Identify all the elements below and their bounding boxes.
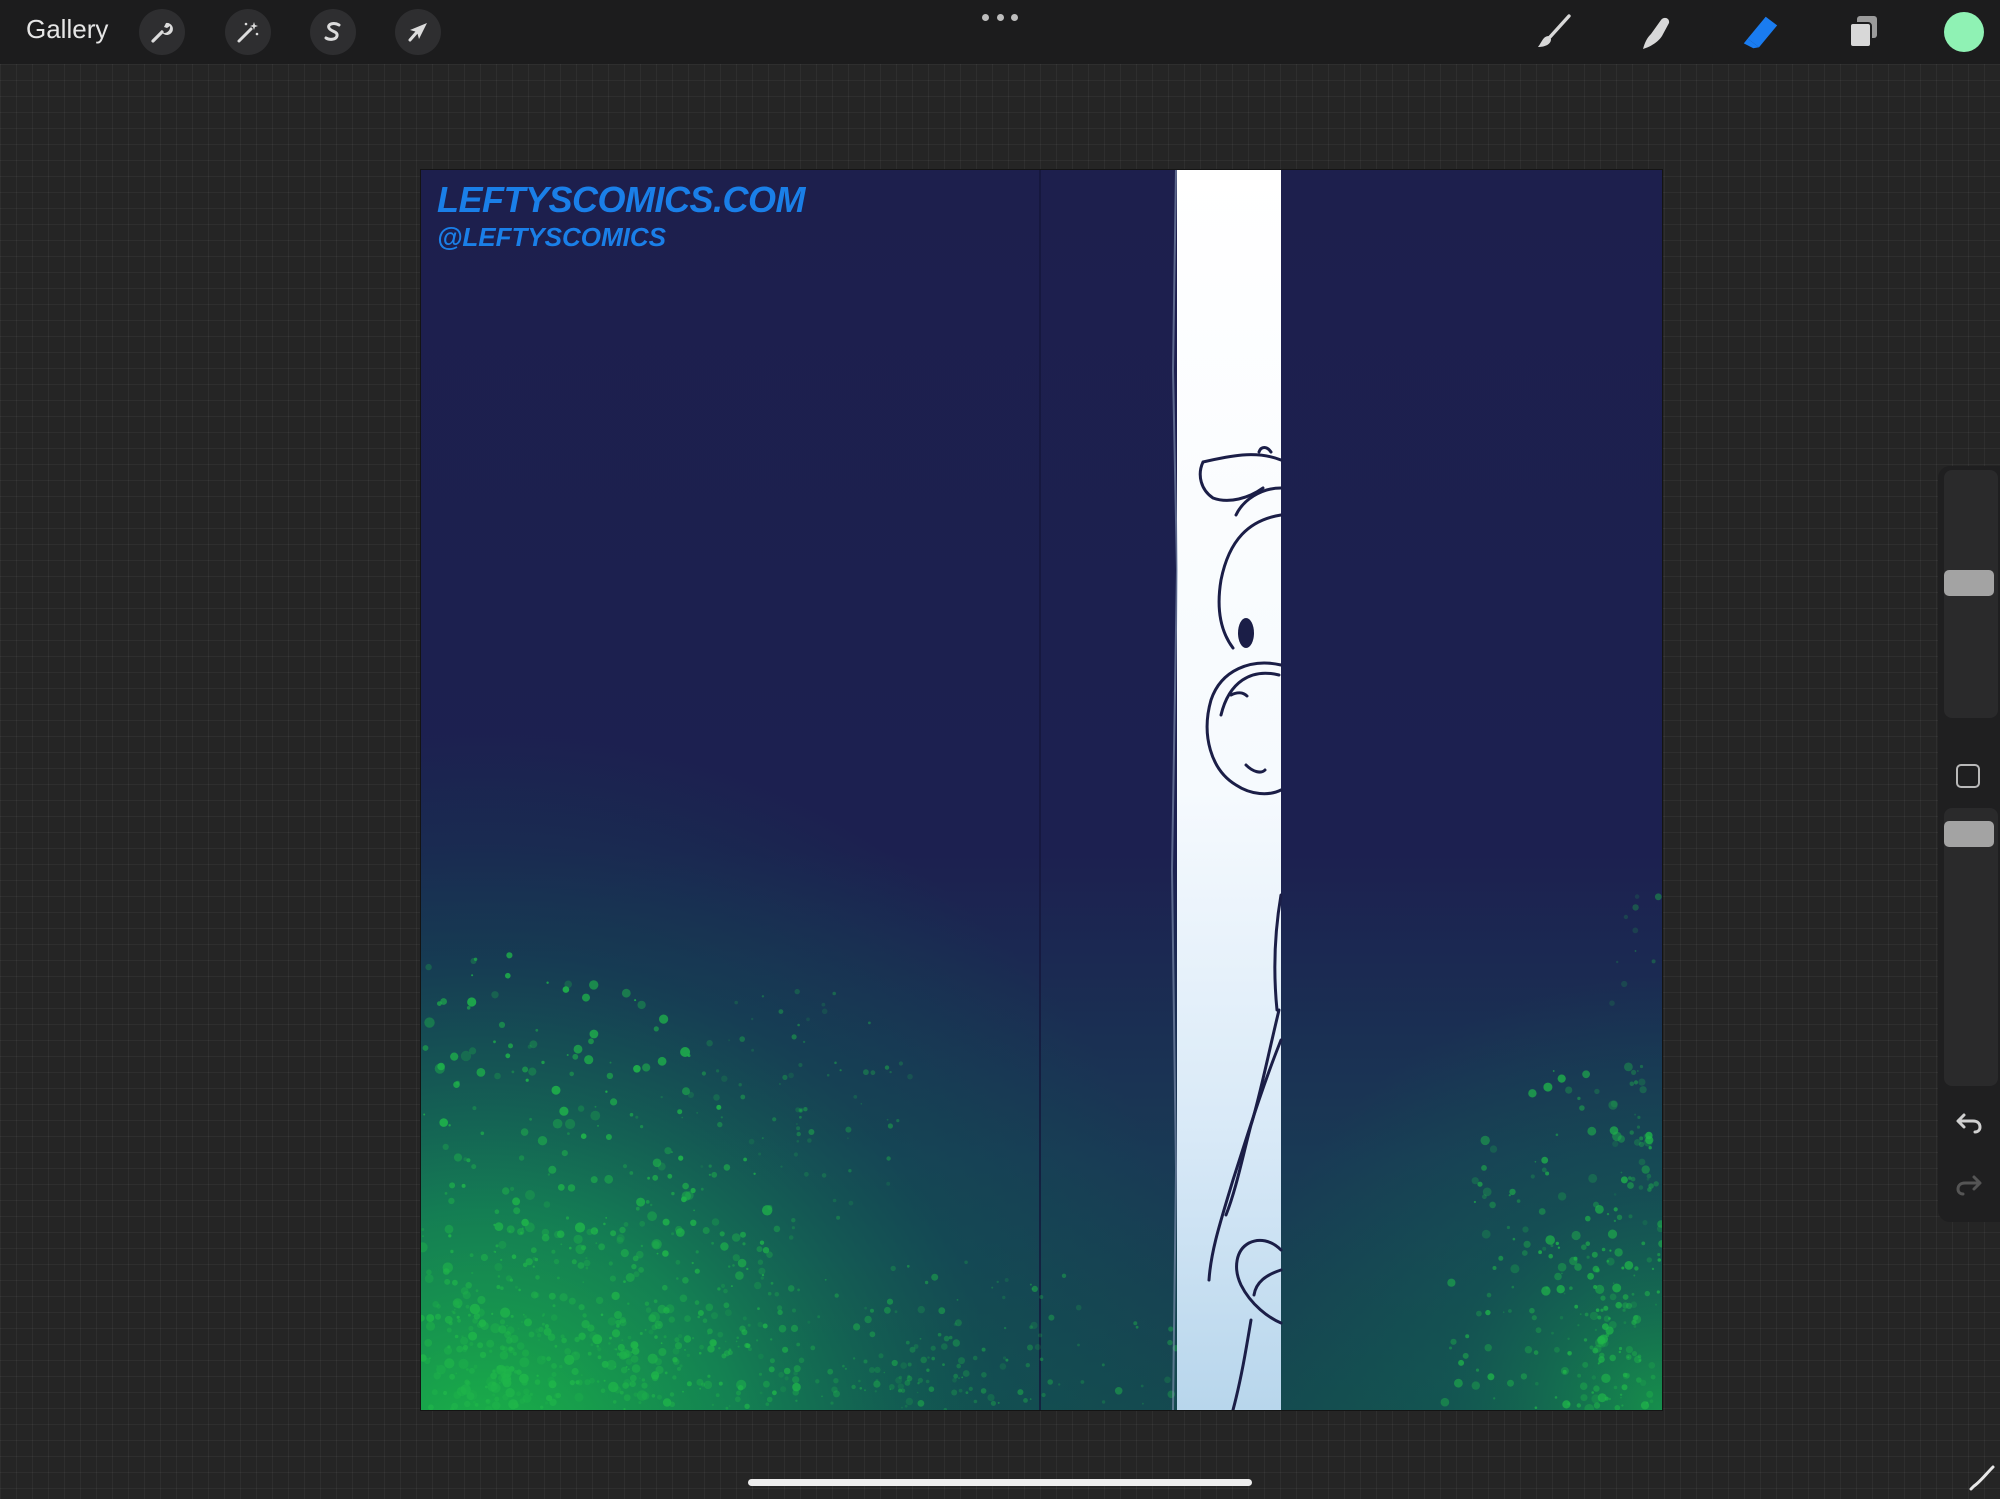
magic-wand-icon xyxy=(237,22,259,43)
modify-button[interactable] xyxy=(1956,764,1980,788)
quickshape-pen-icon[interactable] xyxy=(1968,1464,1996,1492)
eraser-tool-button[interactable] xyxy=(1740,12,1780,52)
brush-size-thumb[interactable] xyxy=(1944,569,1994,596)
artwork-illustration xyxy=(421,170,1662,1410)
layers-icon xyxy=(1849,16,1877,48)
redo-button[interactable] xyxy=(1952,1170,1986,1200)
more-options-icon[interactable] xyxy=(982,10,1018,24)
watermark-site: LEFTYSCOMICS.COM xyxy=(437,179,806,220)
smudge-finger-icon xyxy=(1643,17,1670,49)
transform-button[interactable] xyxy=(395,9,441,55)
selection-s-icon xyxy=(324,22,341,41)
redo-icon xyxy=(1956,1175,1982,1196)
paintbrush-icon xyxy=(1538,14,1571,47)
undo-icon xyxy=(1956,1113,1982,1134)
brush-tool-button[interactable] xyxy=(1534,12,1574,52)
selection-button[interactable] xyxy=(310,9,356,55)
eraser-icon xyxy=(1743,16,1778,49)
watermark-handle: @LEFTYSCOMICS xyxy=(437,222,667,252)
layers-button[interactable] xyxy=(1843,12,1883,52)
actions-button[interactable] xyxy=(139,9,185,55)
smudge-tool-button[interactable] xyxy=(1637,12,1677,52)
opacity-slider[interactable] xyxy=(1944,808,1998,1086)
gallery-button[interactable]: Gallery xyxy=(26,14,108,45)
home-indicator[interactable] xyxy=(748,1479,1252,1486)
wrench-icon xyxy=(151,22,173,43)
undo-button[interactable] xyxy=(1952,1108,1986,1138)
artwork-canvas[interactable]: LEFTYSCOMICS.COM @LEFTYSCOMICS xyxy=(421,170,1662,1410)
top-toolbar: Gallery xyxy=(0,0,2000,64)
adjustments-button[interactable] xyxy=(225,9,271,55)
arrow-cursor-icon xyxy=(408,23,427,42)
opacity-thumb[interactable] xyxy=(1944,820,1994,847)
watermark: LEFTYSCOMICS.COM @LEFTYSCOMICS xyxy=(437,179,806,252)
color-picker-button[interactable] xyxy=(1944,12,1984,52)
